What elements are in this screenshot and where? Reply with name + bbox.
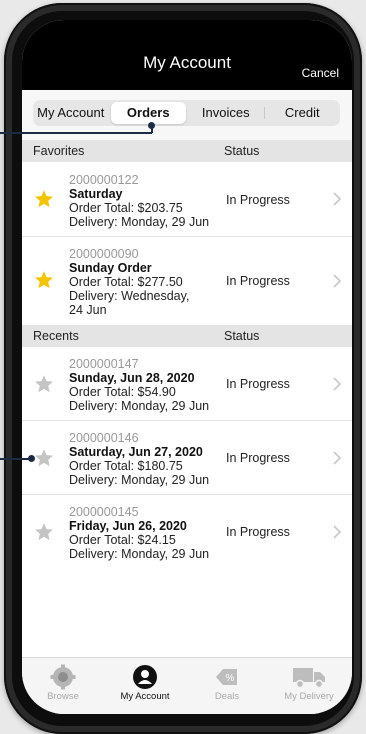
tab-label: Deals <box>214 691 240 702</box>
recents-header-label: Recents <box>33 329 79 343</box>
order-total: Order Total: $24.15 <box>69 533 176 547</box>
chevron-right-icon <box>333 192 342 206</box>
order-status: In Progress <box>226 525 290 539</box>
order-details: 2000000147 Sunday, Jun 28, 2020 Order To… <box>69 357 209 413</box>
order-name: Sunday Order <box>69 261 152 275</box>
recents-section-header: Recents Status <box>22 325 352 347</box>
status-header-label: Status <box>224 144 260 158</box>
order-row[interactable]: 2000000090 Sunday Order Order Total: $27… <box>22 237 352 326</box>
order-number: 2000000122 <box>69 173 139 187</box>
navigation-bar: My Account Cancel <box>22 20 352 90</box>
order-total: Order Total: $180.75 <box>69 459 183 473</box>
order-delivery: Delivery: Monday, 29 Jun <box>69 399 210 413</box>
order-details: 2000000122 Saturday Order Total: $203.75… <box>69 173 209 229</box>
svg-text:%: % <box>226 673 235 684</box>
account-icon <box>133 665 157 689</box>
favorites-section-header: Favorites Status <box>22 140 352 162</box>
chevron-right-icon <box>333 274 342 288</box>
tab-label: My Account <box>120 691 170 702</box>
tab-label: Browse <box>47 691 79 702</box>
deals-icon: % <box>216 669 237 685</box>
order-number: 2000000090 <box>69 247 139 261</box>
tab-my-delivery[interactable]: My Delivery <box>268 658 350 714</box>
order-row[interactable]: 2000000145 Friday, Jun 26, 2020 Order To… <box>22 495 352 567</box>
order-name: Sunday, Jun 28, 2020 <box>69 371 195 385</box>
tab-bar: Browse My Account % Deals My Delivery <box>22 657 352 714</box>
tab-my-account[interactable]: My Account <box>104 658 186 714</box>
order-details: 2000000090 Sunday Order Order Total: $27… <box>69 247 189 317</box>
cancel-button[interactable]: Cancel <box>302 66 339 80</box>
order-row[interactable]: 2000000122 Saturday Order Total: $203.75… <box>22 162 352 237</box>
order-status: In Progress <box>226 451 290 465</box>
favorites-header-label: Favorites <box>33 144 85 158</box>
star-filled-icon[interactable] <box>34 189 54 209</box>
order-status: In Progress <box>226 193 290 207</box>
order-delivery: Delivery: Monday, 29 Jun <box>69 473 210 487</box>
segment-orders[interactable]: Orders <box>110 102 186 124</box>
order-name: Friday, Jun 26, 2020 <box>69 519 187 533</box>
truck-icon <box>293 668 325 689</box>
status-header-label: Status <box>224 329 260 343</box>
tab-browse[interactable]: Browse <box>22 658 104 714</box>
star-outline-icon[interactable] <box>34 448 54 468</box>
order-row[interactable]: 2000000146 Saturday, Jun 27, 2020 Order … <box>22 421 352 495</box>
order-details: 2000000146 Saturday, Jun 27, 2020 Order … <box>69 431 209 487</box>
order-status: In Progress <box>226 377 290 391</box>
order-total: Order Total: $203.75 <box>69 201 183 215</box>
star-outline-icon[interactable] <box>34 374 54 394</box>
star-filled-icon[interactable] <box>34 270 54 290</box>
chevron-right-icon <box>333 525 342 539</box>
order-status: In Progress <box>226 274 290 288</box>
segment-invoices[interactable]: Invoices <box>188 100 264 126</box>
chevron-right-icon <box>333 451 342 465</box>
star-outline-icon[interactable] <box>34 522 54 542</box>
order-name: Saturday <box>69 187 123 201</box>
segment-my-account[interactable]: My Account <box>33 100 109 126</box>
segment-credit[interactable]: Credit <box>265 100 341 126</box>
order-details: 2000000145 Friday, Jun 26, 2020 Order To… <box>69 505 209 561</box>
order-delivery: Delivery: Wednesday, <box>69 289 190 303</box>
order-row[interactable]: 2000000147 Sunday, Jun 28, 2020 Order To… <box>22 347 352 421</box>
app-screen: My Account Cancel My Account Orders Invo… <box>22 20 352 714</box>
order-number: 2000000145 <box>69 505 139 519</box>
tab-label: My Delivery <box>284 691 334 702</box>
order-total: Order Total: $277.50 <box>69 275 183 289</box>
order-delivery: Delivery: Monday, 29 Jun <box>69 215 210 229</box>
order-name: Saturday, Jun 27, 2020 <box>69 445 203 459</box>
order-delivery-cont: 24 Jun <box>69 303 107 317</box>
callout-line-star <box>0 458 30 460</box>
segmented-control: My Account Orders Invoices Credit <box>33 100 340 126</box>
order-number: 2000000146 <box>69 431 139 445</box>
gear-icon <box>50 664 76 690</box>
tab-deals[interactable]: % Deals <box>186 658 268 714</box>
chevron-right-icon <box>333 377 342 391</box>
callout-line-orders <box>0 132 152 134</box>
order-number: 2000000147 <box>69 357 139 371</box>
callout-dot-star <box>28 455 35 462</box>
callout-dot-orders <box>148 122 155 129</box>
order-delivery: Delivery: Monday, 29 Jun <box>69 547 210 561</box>
order-total: Order Total: $54.90 <box>69 385 176 399</box>
